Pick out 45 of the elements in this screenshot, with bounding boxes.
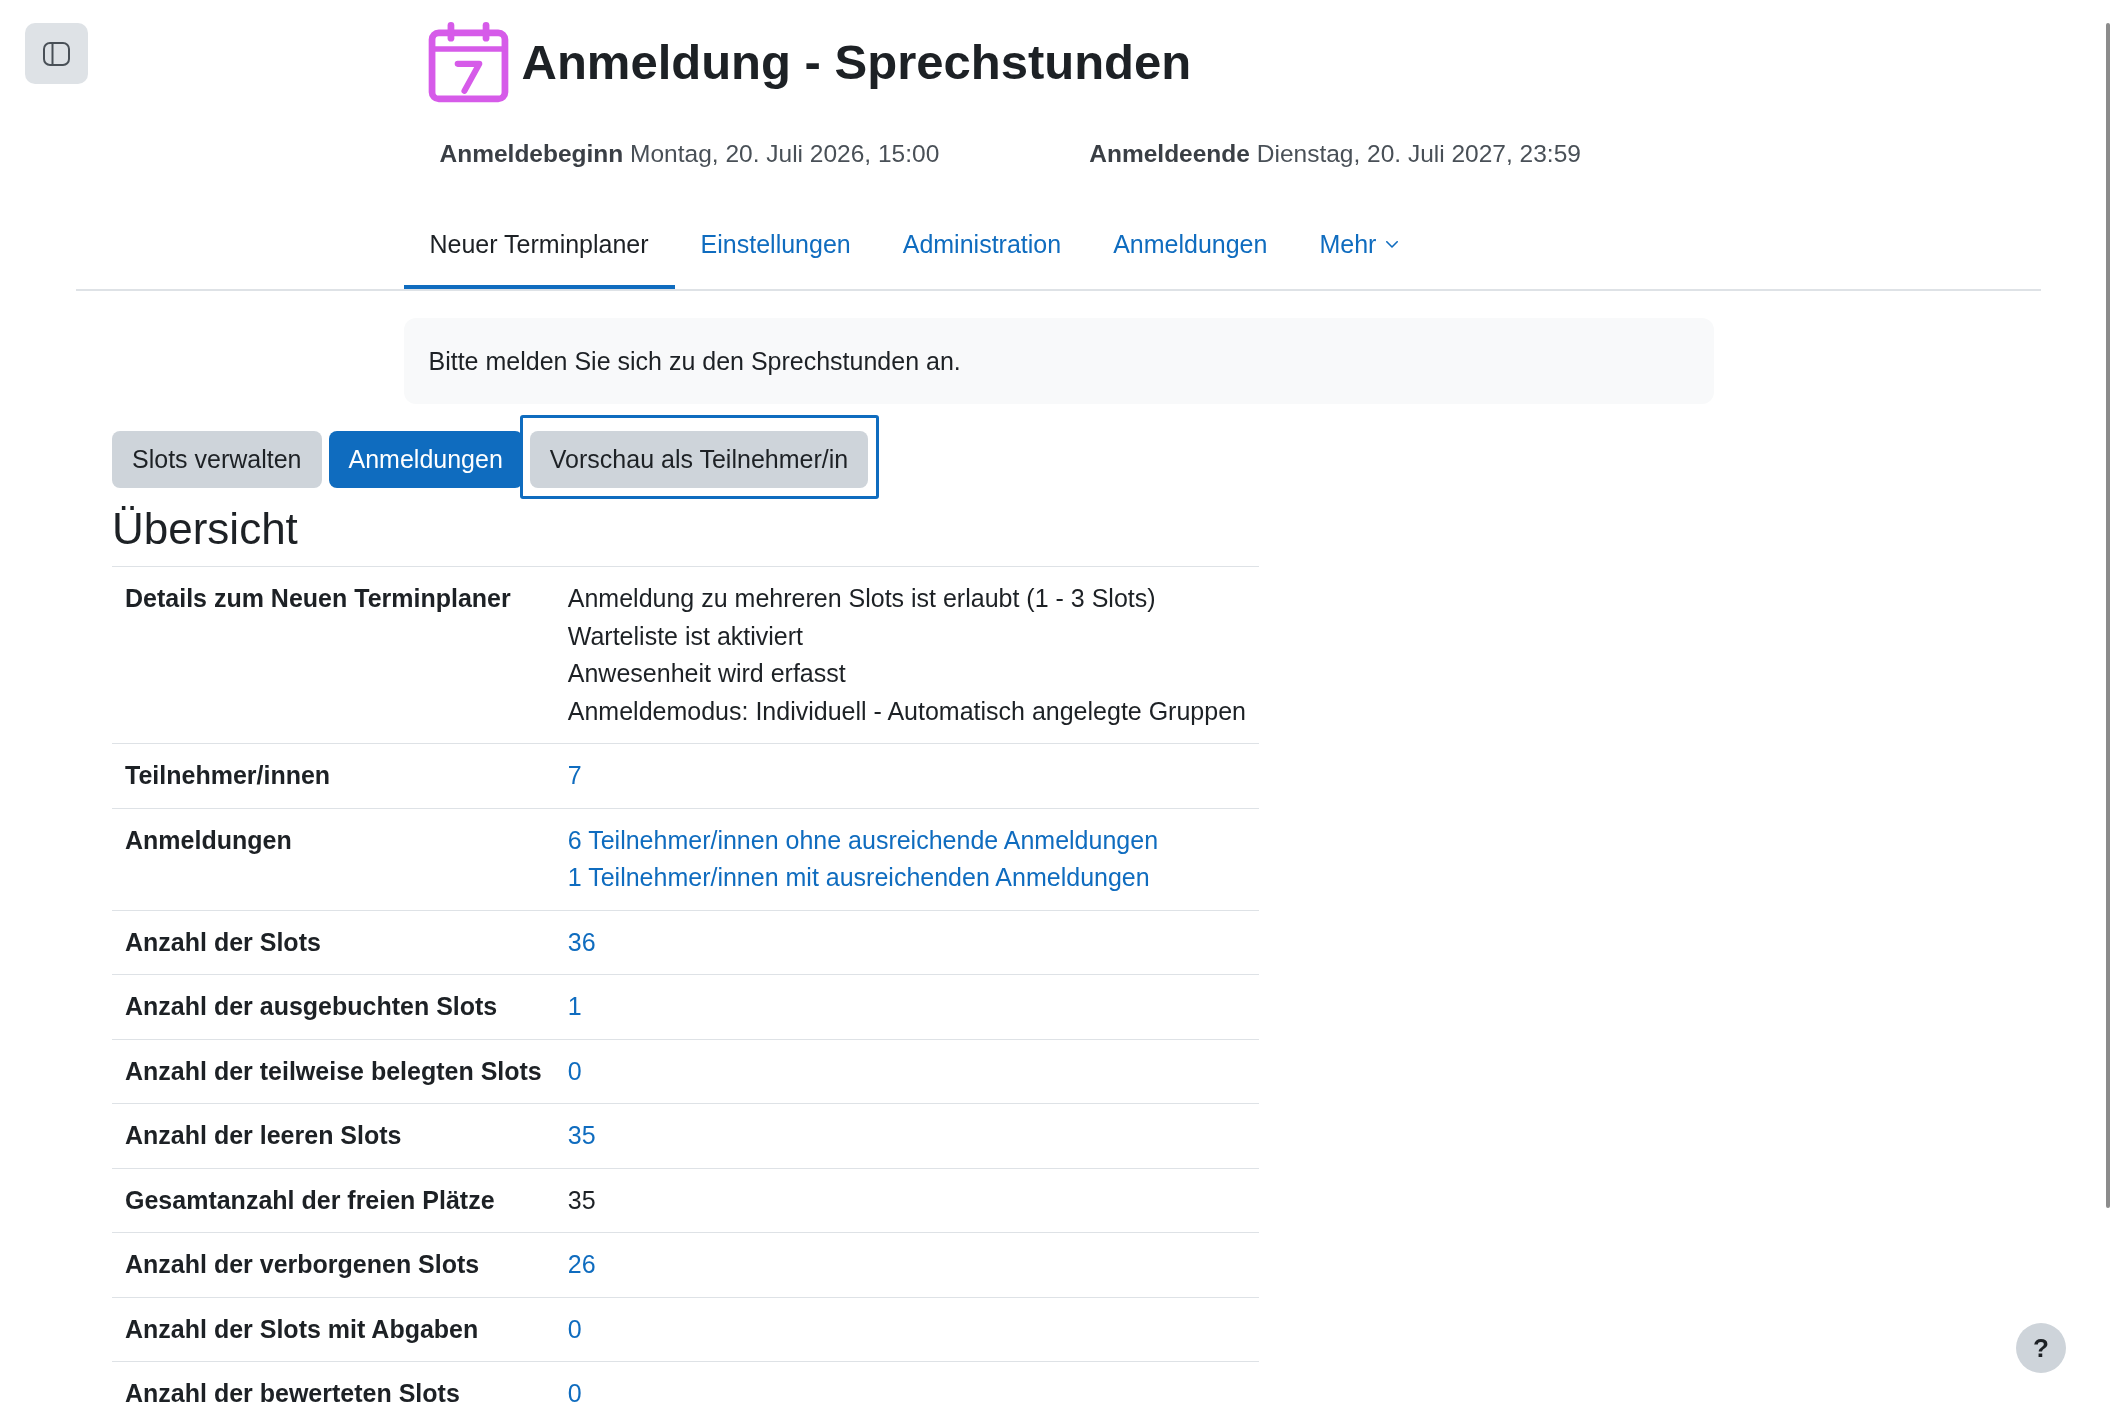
action-button[interactable]: Vorschau als Teilnehmer/in <box>519 414 880 500</box>
value-link[interactable]: 36 <box>567 923 596 962</box>
row-label: Anzahl der Slots <box>125 927 321 956</box>
scrollbar-thumb[interactable] <box>2106 23 2110 1208</box>
value-link[interactable]: 7 <box>567 757 582 795</box>
row-label: Gesamtanzahl der freien Plätze <box>125 1185 495 1214</box>
value-link[interactable]: 0 <box>567 1375 582 1413</box>
value-text: Anmeldung zu mehreren Slots ist erlaubt (1 - 3 Slots) <box>567 583 1156 615</box>
value-text: Anmeldemodus: Individuell - Automatisch angelegte Gruppen <box>567 695 1246 727</box>
section-heading: Übersicht <box>112 503 298 556</box>
nav-tab[interactable]: Anmeldungen <box>1087 199 1294 290</box>
row-label: Anzahl der verborgenen Slots <box>125 1250 480 1279</box>
value-link[interactable]: 1 <box>567 988 582 1026</box>
calendar-icon <box>427 22 509 103</box>
row-label: Anmeldungen <box>125 825 292 854</box>
more-menu-tab[interactable]: Mehr <box>1293 199 1425 290</box>
value-link[interactable]: 6 Teilnehmer/innen ohne ausreichende Anmeldungen <box>567 821 1159 860</box>
value-text: Anwesenheit wird erfasst <box>567 658 846 690</box>
nav-tab[interactable]: Administration <box>876 199 1088 290</box>
nav-tab[interactable]: Neuer Terminplaner <box>403 199 675 290</box>
page-title: Anmeldung - Sprechstunden <box>521 34 1192 92</box>
info-notice: Bitte melden Sie sich zu den Sprechstunden an. <box>403 318 1714 404</box>
row-label: Anzahl der leeren Slots <box>125 1121 402 1150</box>
sidebar-toggle-button[interactable] <box>25 23 88 84</box>
value-link[interactable]: 1 Teilnehmer/innen mit ausreichenden Anmeldungen <box>567 859 1150 897</box>
help-button[interactable]: ? <box>2016 1323 2066 1373</box>
row-label: Anzahl der ausgebuchten Slots <box>125 992 498 1021</box>
value-link[interactable]: 35 <box>567 1117 596 1155</box>
action-button[interactable]: Anmeldungen <box>328 430 523 489</box>
action-button[interactable]: Slots verwalten <box>112 430 322 489</box>
value-link[interactable]: 0 <box>567 1052 582 1091</box>
row-label: Anzahl der Slots mit Abgaben <box>125 1314 479 1343</box>
value-link[interactable]: 0 <box>567 1310 582 1349</box>
sidebar-icon <box>43 41 70 66</box>
row-label: Details zum Neuen Terminplaner <box>125 584 511 613</box>
value-link[interactable]: 26 <box>567 1246 596 1284</box>
row-label: Teilnehmer/innen <box>125 761 331 790</box>
date-info: Anmeldebeginn Montag, 20. Juli 2026, 15:00 <box>439 139 940 169</box>
caret-icon <box>1386 241 1399 248</box>
row-label: Anzahl der teilweise belegten Slots <box>125 1056 542 1085</box>
date-info: Anmeldeende Dienstag, 20. Juli 2027, 23:59 <box>1089 139 1581 169</box>
value-text: 35 <box>567 1184 596 1216</box>
nav-tab[interactable]: Einstellungen <box>674 199 877 290</box>
row-label: Anzahl der bewerteten Slots <box>125 1379 460 1408</box>
value-text: Warteliste ist aktiviert <box>567 620 803 652</box>
